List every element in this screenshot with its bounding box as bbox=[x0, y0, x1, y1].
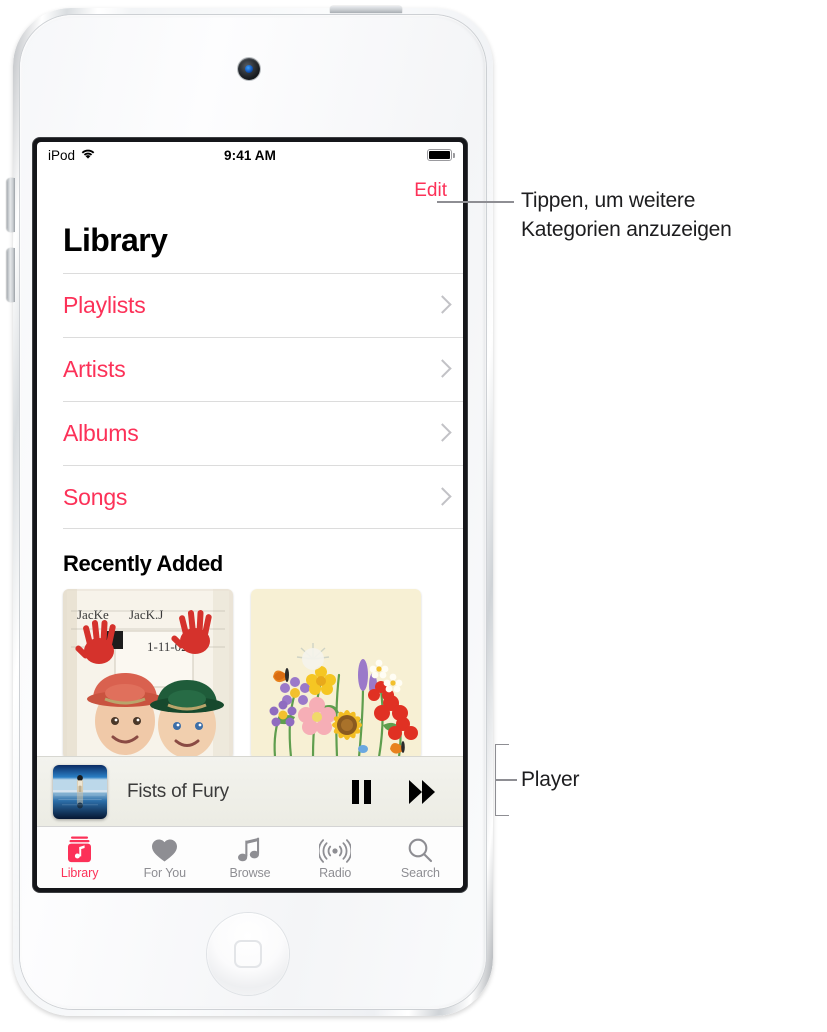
now-playing-artwork[interactable] bbox=[53, 764, 107, 819]
volume-up-button[interactable] bbox=[7, 178, 15, 232]
chevron-right-icon bbox=[436, 488, 447, 507]
callout-edit-text: Tippen, um weitere Kategorien anzuzeigen bbox=[521, 186, 821, 244]
callout-leader-edit bbox=[437, 201, 514, 203]
music-note-icon bbox=[238, 836, 262, 863]
callout-leader-player bbox=[495, 779, 517, 781]
library-category-list: Playlists Artists Albums Songs bbox=[37, 273, 463, 529]
sidebar-item-artists[interactable]: Artists bbox=[63, 337, 463, 401]
status-bar: iPod 9:41 AM bbox=[37, 142, 463, 168]
tab-browse[interactable]: Browse bbox=[207, 836, 292, 880]
sidebar-item-playlists[interactable]: Playlists bbox=[63, 273, 463, 337]
now-playing-title: Fists of Fury bbox=[127, 780, 229, 802]
chevron-right-icon bbox=[436, 296, 447, 315]
next-track-button[interactable] bbox=[397, 779, 447, 804]
tab-label: Radio bbox=[319, 865, 352, 880]
pause-button[interactable] bbox=[340, 779, 383, 804]
volume-down-button[interactable] bbox=[7, 248, 15, 302]
tab-label: Search bbox=[400, 865, 440, 880]
callout-edit-line1: Tippen, um weitere bbox=[521, 189, 696, 212]
tab-search[interactable]: Search bbox=[378, 836, 463, 880]
category-label: Playlists bbox=[63, 292, 146, 318]
chevron-right-icon bbox=[436, 424, 447, 443]
now-playing-bar[interactable]: Fists of Fury bbox=[37, 756, 463, 826]
screenshot-stage: iPod 9:41 AM Edit Library Playlists Arti… bbox=[0, 0, 827, 1032]
category-label: Songs bbox=[63, 483, 128, 510]
tab-library[interactable]: Library bbox=[37, 836, 122, 880]
page-title: Library bbox=[63, 222, 168, 258]
heart-icon bbox=[151, 836, 178, 863]
pause-icon bbox=[352, 779, 371, 804]
tab-for-you[interactable]: For You bbox=[122, 836, 207, 880]
sidebar-item-albums[interactable]: Albums bbox=[63, 401, 463, 465]
fast-forward-icon bbox=[409, 779, 435, 804]
radio-waves-icon bbox=[319, 836, 352, 863]
category-label: Artists bbox=[63, 356, 126, 382]
album-art-kids-handprints[interactable]: JacKe JacK.J 1-11-02 bbox=[63, 589, 233, 759]
library-icon bbox=[67, 836, 92, 863]
device-screen: iPod 9:41 AM Edit Library Playlists Arti… bbox=[37, 142, 463, 888]
callout-edit-line2: Kategorien anzuzeigen bbox=[521, 218, 732, 241]
svg-text:JacK.J: JacK.J bbox=[129, 607, 163, 622]
callout-player-label: Player bbox=[521, 768, 580, 791]
power-button[interactable] bbox=[330, 6, 402, 13]
status-bar-clock: 9:41 AM bbox=[224, 147, 276, 163]
home-button-square-icon bbox=[234, 940, 262, 968]
home-button[interactable] bbox=[207, 913, 289, 995]
svg-text:JacKe: JacKe bbox=[77, 607, 109, 622]
recently-added-row: JacKe JacK.J 1-11-02 bbox=[37, 589, 463, 759]
battery-full-icon bbox=[427, 149, 455, 161]
chevron-right-icon bbox=[436, 360, 447, 379]
screen-content: Library Playlists Artists Albums Songs R… bbox=[37, 214, 463, 826]
front-camera-icon bbox=[238, 58, 260, 80]
tab-label: Browse bbox=[229, 865, 271, 880]
album-art-wildflowers[interactable] bbox=[251, 589, 421, 759]
status-bar-right bbox=[427, 149, 455, 161]
tab-bar: Library For You Browse Radio Search bbox=[37, 826, 463, 888]
category-label: Albums bbox=[63, 420, 139, 446]
tab-label: For You bbox=[143, 865, 187, 880]
navigation-bar: Edit bbox=[37, 168, 463, 214]
edit-button[interactable]: Edit bbox=[414, 180, 447, 202]
tab-radio[interactable]: Radio bbox=[293, 836, 378, 880]
sidebar-item-songs[interactable]: Songs bbox=[63, 465, 463, 529]
search-icon bbox=[407, 836, 433, 863]
tab-label: Library bbox=[60, 865, 99, 880]
callout-player-text: Player bbox=[521, 765, 580, 794]
section-title-recently-added: Recently Added bbox=[63, 551, 223, 576]
